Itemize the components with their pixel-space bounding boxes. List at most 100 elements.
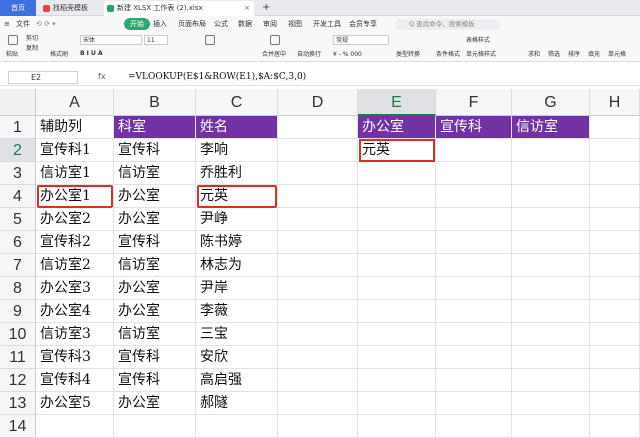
cell-F4[interactable] [436, 185, 512, 208]
cell-A3[interactable]: 信访室1 [36, 162, 114, 185]
menu-data[interactable]: 数据 [238, 16, 252, 32]
name-box[interactable]: E2 [8, 71, 78, 84]
fx-icon[interactable]: fx [98, 70, 106, 84]
cell-A8[interactable]: 办公室3 [36, 277, 114, 300]
cell-C5[interactable]: 尹峥 [196, 208, 278, 231]
select-all-corner[interactable] [0, 89, 36, 116]
cell-H11[interactable] [590, 346, 640, 369]
cell-E14[interactable] [358, 415, 436, 438]
cell-B7[interactable]: 信访室 [114, 254, 196, 277]
sum-button[interactable]: 求和 [528, 50, 540, 59]
formula-input[interactable]: =VLOOKUP(E$1&ROW(E1),$A:$C,3,0) [128, 70, 306, 84]
cell-E10[interactable] [358, 323, 436, 346]
cell-G6[interactable] [512, 231, 590, 254]
cell-B13[interactable]: 办公室 [114, 392, 196, 415]
font-style-buttons[interactable]: B I U A [80, 49, 103, 58]
cell-H6[interactable] [590, 231, 640, 254]
cell-E7[interactable] [358, 254, 436, 277]
cell-E11[interactable] [358, 346, 436, 369]
menu-page-layout[interactable]: 页面布局 [178, 16, 206, 32]
column-header-G[interactable]: G [512, 89, 590, 116]
cell-D5[interactable] [278, 208, 358, 231]
table-style-button[interactable]: 表格样式 [466, 36, 490, 45]
new-tab-button[interactable]: + [262, 0, 270, 15]
cell-E13[interactable] [358, 392, 436, 415]
cell-D3[interactable] [278, 162, 358, 185]
cell-H13[interactable] [590, 392, 640, 415]
filter-button[interactable]: 筛选 [548, 50, 560, 59]
row-header-2[interactable]: 2 [0, 139, 36, 162]
cell-menu-button[interactable]: 单元格 [608, 50, 626, 59]
cell-B8[interactable]: 办公室 [114, 277, 196, 300]
cell-H3[interactable] [590, 162, 640, 185]
cell-A13[interactable]: 办公室5 [36, 392, 114, 415]
cell-G9[interactable] [512, 300, 590, 323]
cell-E12[interactable] [358, 369, 436, 392]
row-header-1[interactable]: 1 [0, 116, 36, 139]
cell-E5[interactable] [358, 208, 436, 231]
cell-F10[interactable] [436, 323, 512, 346]
copy-button[interactable]: 复制 [26, 44, 38, 53]
cell-C8[interactable]: 尹岸 [196, 277, 278, 300]
cell-F5[interactable] [436, 208, 512, 231]
cell-A11[interactable]: 宣传科3 [36, 346, 114, 369]
cell-F14[interactable] [436, 415, 512, 438]
cell-D9[interactable] [278, 300, 358, 323]
cell-D2[interactable] [278, 139, 358, 162]
column-header-D[interactable]: D [278, 89, 358, 116]
cell-E3[interactable] [358, 162, 436, 185]
cell-G8[interactable] [512, 277, 590, 300]
cell-F9[interactable] [436, 300, 512, 323]
cell-D8[interactable] [278, 277, 358, 300]
cell-D10[interactable] [278, 323, 358, 346]
sort-button[interactable]: 排序 [568, 50, 580, 59]
cell-D7[interactable] [278, 254, 358, 277]
column-header-C[interactable]: C [196, 89, 278, 116]
cell-B11[interactable]: 宣传科 [114, 346, 196, 369]
cell-C12[interactable]: 高启强 [196, 369, 278, 392]
cell-B9[interactable]: 办公室 [114, 300, 196, 323]
row-header-13[interactable]: 13 [0, 392, 36, 415]
format-painter-button[interactable]: 格式刷 [50, 50, 68, 59]
row-header-5[interactable]: 5 [0, 208, 36, 231]
menu-insert[interactable]: 插入 [153, 16, 167, 32]
row-header-12[interactable]: 12 [0, 369, 36, 392]
cell-C7[interactable]: 林志为 [196, 254, 278, 277]
cell-F7[interactable] [436, 254, 512, 277]
cell-B10[interactable]: 信访室 [114, 323, 196, 346]
hamburger-icon[interactable]: ≡ [4, 16, 10, 32]
cell-B3[interactable]: 信访室 [114, 162, 196, 185]
row-header-9[interactable]: 9 [0, 300, 36, 323]
font-size-select[interactable]: 11 [144, 35, 168, 45]
type-convert-button[interactable]: 类型转换 [396, 50, 420, 59]
cell-E2[interactable]: 元英 [358, 139, 436, 162]
cell-A2[interactable]: 宣传科1 [36, 139, 114, 162]
cell-F1[interactable]: 宣传科 [436, 116, 512, 139]
cell-C9[interactable]: 李薇 [196, 300, 278, 323]
cell-H1[interactable] [590, 116, 640, 139]
cell-B6[interactable]: 宣传科 [114, 231, 196, 254]
cell-D12[interactable] [278, 369, 358, 392]
cell-G14[interactable] [512, 415, 590, 438]
cell-F3[interactable] [436, 162, 512, 185]
column-header-E[interactable]: E [358, 89, 436, 116]
cell-H4[interactable] [590, 185, 640, 208]
menu-member[interactable]: 会员专享 [349, 16, 377, 32]
cell-G11[interactable] [512, 346, 590, 369]
cell-A7[interactable]: 信访室2 [36, 254, 114, 277]
cell-C10[interactable]: 三宝 [196, 323, 278, 346]
cell-A12[interactable]: 宣传科4 [36, 369, 114, 392]
cell-G10[interactable] [512, 323, 590, 346]
cell-E6[interactable] [358, 231, 436, 254]
cell-A9[interactable]: 办公室4 [36, 300, 114, 323]
cell-G3[interactable] [512, 162, 590, 185]
cell-D6[interactable] [278, 231, 358, 254]
row-header-10[interactable]: 10 [0, 323, 36, 346]
cell-F13[interactable] [436, 392, 512, 415]
row-header-11[interactable]: 11 [0, 346, 36, 369]
cell-C1[interactable]: 姓名 [196, 116, 278, 139]
cell-C14[interactable] [196, 415, 278, 438]
number-format-select[interactable]: 常规 [333, 35, 389, 45]
tab-template[interactable]: 找稻壳模板 [40, 1, 102, 16]
cell-C4[interactable]: 元英 [196, 185, 278, 208]
